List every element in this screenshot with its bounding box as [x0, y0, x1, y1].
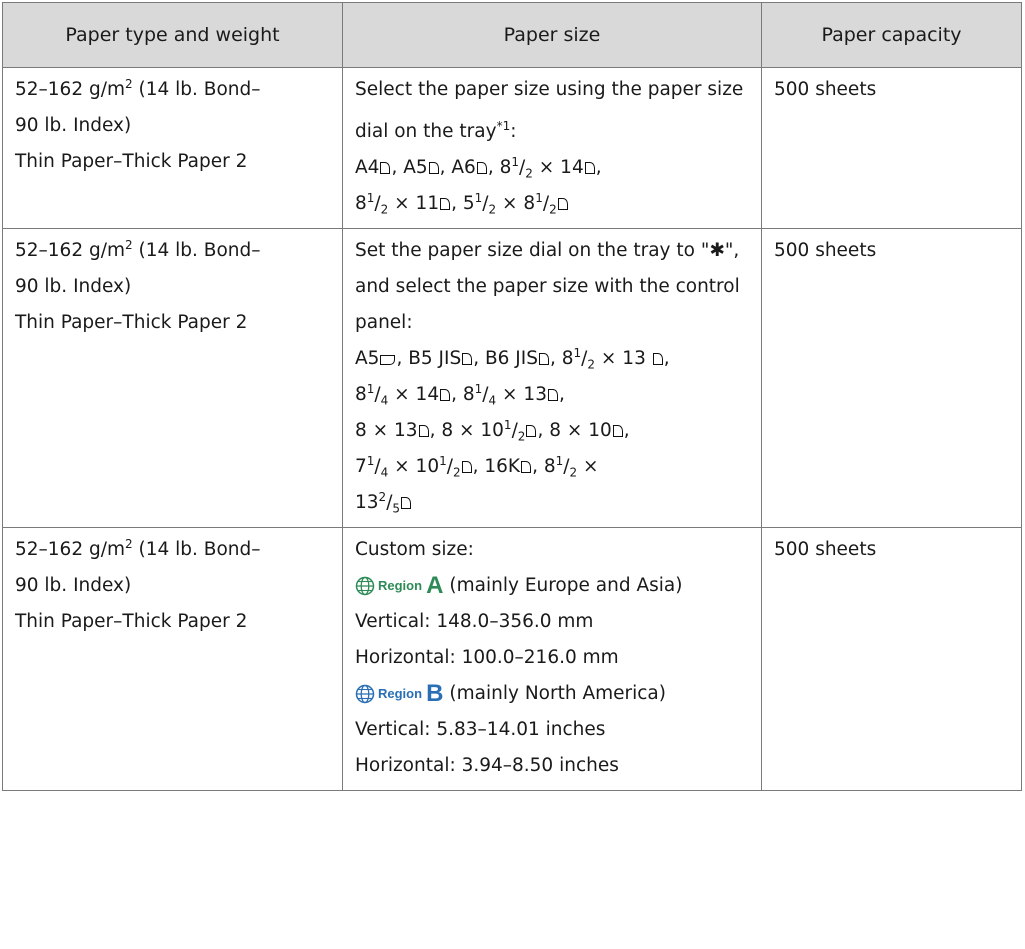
size-list-2: 81/2 × 11, 51/2 × 81/2 [355, 186, 747, 222]
weight-line-2: 90 lb. Index) [15, 575, 132, 596]
header-paper-type: Paper type and weight [2, 2, 343, 68]
table-row: 52–162 g/m2 (14 lb. Bond– 90 lb. Index) … [2, 527, 1022, 791]
size-intro: Select the paper size using the paper si… [355, 79, 744, 142]
table-row: 52–162 g/m2 (14 lb. Bond– 90 lb. Index) … [2, 67, 1022, 229]
size-list-3: 71/4 × 101/2, 16K, 81/2 × [355, 453, 599, 480]
paper-size-cell: Set the paper size dial on the tray to "… [342, 228, 762, 528]
portrait-orientation-icon [440, 198, 451, 210]
landscape-orientation-icon [380, 355, 396, 365]
portrait-orientation-icon [401, 497, 412, 509]
portrait-orientation-icon [380, 162, 391, 174]
portrait-orientation-icon [538, 353, 549, 365]
region-a-badge: Region A [355, 568, 443, 604]
portrait-orientation-icon [418, 425, 429, 437]
weight-line-2: 90 lb. Index) [15, 115, 132, 136]
paper-spec-table: Paper type and weight Paper size Paper c… [2, 2, 1022, 791]
size-list-4: 132/5 [355, 485, 747, 521]
portrait-orientation-icon [526, 425, 537, 437]
portrait-orientation-icon [462, 353, 473, 365]
paper-type-cell: 52–162 g/m2 (14 lb. Bond– 90 lb. Index) … [2, 67, 343, 229]
portrait-orientation-icon [440, 389, 451, 401]
table-header-row: Paper type and weight Paper size Paper c… [2, 2, 1022, 68]
portrait-orientation-icon [521, 461, 532, 473]
paper-capacity-cell: 500 sheets [761, 67, 1022, 229]
paper-type-label: Thin Paper–Thick Paper 2 [15, 151, 248, 172]
portrait-orientation-icon [652, 353, 663, 365]
region-b-badge: Region B [355, 676, 443, 712]
region-b-line: Region B (mainly North America) [355, 676, 747, 712]
portrait-orientation-icon [476, 162, 487, 174]
globe-icon [355, 576, 375, 596]
size-list: A4, A5, A6, 81/2 × 14, [355, 154, 602, 181]
vertical-in: Vertical: 5.83–14.01 inches [355, 719, 606, 740]
paper-type-cell: 52–162 g/m2 (14 lb. Bond– 90 lb. Index) … [2, 228, 343, 528]
horizontal-mm: Horizontal: 100.0–216.0 mm [355, 647, 619, 668]
portrait-orientation-icon [612, 425, 623, 437]
portrait-orientation-icon [557, 198, 568, 210]
header-paper-capacity: Paper capacity [761, 2, 1022, 68]
portrait-orientation-icon [584, 162, 595, 174]
horizontal-in: Horizontal: 3.94–8.50 inches [355, 755, 619, 776]
paper-type-label: Thin Paper–Thick Paper 2 [15, 312, 248, 333]
weight-line: 52–162 g/m2 (14 lb. Bond– [15, 537, 261, 560]
vertical-mm: Vertical: 148.0–356.0 mm [355, 611, 594, 632]
paper-type-label: Thin Paper–Thick Paper 2 [15, 611, 248, 632]
portrait-orientation-icon [547, 389, 558, 401]
custom-size-label: Custom size: [355, 539, 474, 560]
paper-capacity-cell: 500 sheets [761, 527, 1022, 791]
table-row: 52–162 g/m2 (14 lb. Bond– 90 lb. Index) … [2, 228, 1022, 528]
size-list-2: 8 × 13, 8 × 101/2, 8 × 10, [355, 417, 630, 444]
region-a-line: Region A (mainly Europe and Asia) [355, 568, 747, 604]
paper-size-cell: Select the paper size using the paper si… [342, 67, 762, 229]
weight-line-2: 90 lb. Index) [15, 276, 132, 297]
paper-type-cell: 52–162 g/m2 (14 lb. Bond– 90 lb. Index) … [2, 527, 343, 791]
size-intro: Set the paper size dial on the tray to "… [355, 240, 740, 333]
paper-capacity-cell: 500 sheets [761, 228, 1022, 528]
portrait-orientation-icon [461, 461, 472, 473]
weight-line: 52–162 g/m2 (14 lb. Bond– [15, 77, 261, 100]
portrait-orientation-icon [428, 162, 439, 174]
header-paper-size: Paper size [342, 2, 762, 68]
weight-line: 52–162 g/m2 (14 lb. Bond– [15, 238, 261, 261]
paper-size-cell: Custom size: Region A (mainly Europe and… [342, 527, 762, 791]
globe-icon [355, 684, 375, 704]
size-list: A5, B5 JIS, B6 JIS, 81/2 × 13 , 81/4 × 1… [355, 345, 670, 408]
